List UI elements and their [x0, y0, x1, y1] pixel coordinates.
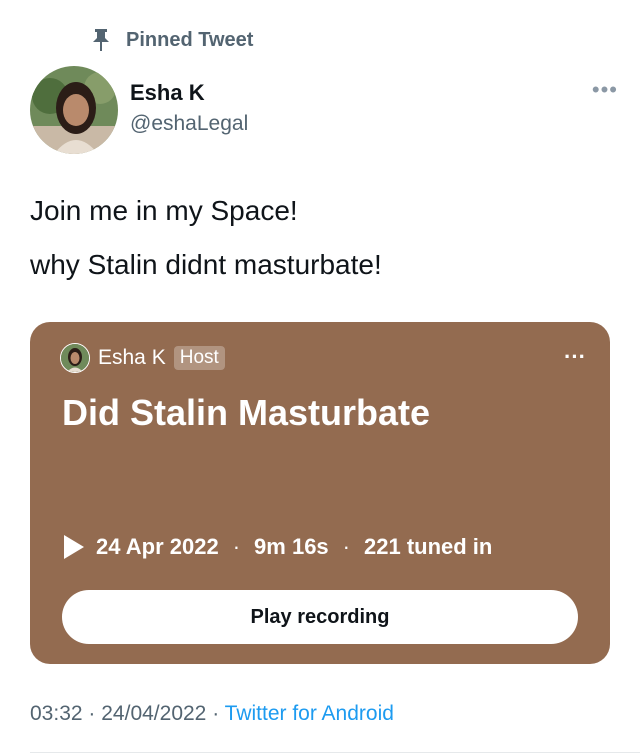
avatar[interactable]	[30, 66, 118, 154]
space-host: Esha K Host	[60, 342, 225, 374]
tweet-date[interactable]: 24/04/2022	[101, 702, 206, 725]
separator-dot: ·	[342, 534, 350, 559]
space-host-name: Esha K	[98, 346, 166, 369]
pin-icon	[90, 27, 112, 53]
tweet-time[interactable]: 03:32	[30, 702, 83, 725]
separator-dot: ·	[232, 534, 241, 559]
play-recording-button[interactable]: Play recording	[62, 590, 578, 644]
tweet-text-line: why Stalin didnt masturbate!	[30, 249, 382, 280]
host-badge: Host	[173, 346, 225, 370]
space-duration: 9m 16s	[254, 534, 329, 559]
play-icon	[64, 535, 84, 559]
divider	[30, 752, 640, 753]
tweet-text: Join me in my Space! why Stalin didnt ma…	[30, 193, 620, 283]
space-title: Did Stalin Masturbate	[62, 392, 431, 433]
author-handle[interactable]: @eshaLegal	[130, 112, 248, 136]
tweet-source-link[interactable]: Twitter for Android	[225, 702, 394, 725]
space-listeners: 221 tuned in	[364, 534, 493, 559]
space-meta: 24 Apr 2022 · 9m 16s · 221 tuned in	[64, 534, 492, 560]
pinned-tweet-header: Pinned Tweet	[90, 26, 253, 54]
space-card[interactable]: Esha K Host ··· Did Stalin Masturbate 24…	[30, 322, 610, 664]
pinned-tweet-label: Pinned Tweet	[126, 28, 254, 51]
space-date: 24 Apr 2022	[96, 534, 219, 559]
separator-dot: ·	[88, 702, 96, 725]
space-more-icon[interactable]: ···	[564, 346, 586, 368]
author-name[interactable]: Esha K	[130, 80, 205, 106]
tweet-text-line: Join me in my Space!	[30, 195, 298, 226]
more-options-icon[interactable]: •••	[592, 79, 618, 101]
host-avatar	[60, 343, 90, 373]
separator-dot: ·	[212, 702, 220, 725]
tweet-timestamp: 03:32 · 24/04/2022 · Twitter for Android	[30, 702, 394, 726]
tweet-author: Esha K @eshaLegal •••	[30, 66, 618, 156]
